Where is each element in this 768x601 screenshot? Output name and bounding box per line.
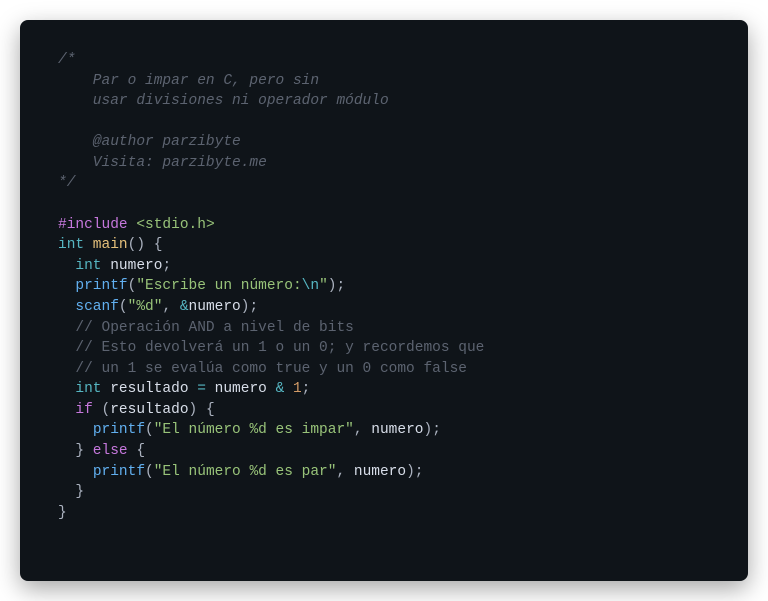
lparen: ( — [119, 299, 128, 315]
operator: & — [180, 299, 189, 315]
operator: & — [276, 381, 285, 397]
comma: , — [162, 299, 179, 315]
escape-seq: \n — [302, 278, 319, 294]
indent — [58, 443, 75, 459]
identifier: numero — [189, 299, 241, 315]
semi: ; — [162, 258, 171, 274]
semi: ; — [249, 299, 258, 315]
indent — [58, 464, 93, 480]
identifier: numero — [102, 258, 163, 274]
rparen: ) — [424, 422, 433, 438]
indent — [58, 299, 75, 315]
line-comment: // Operación AND a nivel de bits — [75, 320, 353, 336]
include-header: <stdio.h> — [128, 217, 215, 233]
identifier: resultado — [110, 402, 188, 418]
string-literal: " — [319, 278, 328, 294]
identifier: numero — [354, 464, 406, 480]
operator: = — [197, 381, 206, 397]
type-keyword: int — [75, 258, 101, 274]
string-literal: "Escribe un número: — [136, 278, 301, 294]
brace: } — [75, 484, 84, 500]
identifier: numero — [371, 422, 423, 438]
brace: } — [75, 443, 84, 459]
main-func: main — [84, 237, 128, 253]
indent — [58, 402, 75, 418]
parens: () — [128, 237, 145, 253]
func-call: printf — [75, 278, 127, 294]
comma: , — [336, 464, 353, 480]
semi: ; — [415, 464, 424, 480]
brace: { — [145, 237, 162, 253]
indent — [58, 320, 75, 336]
comment-line: */ — [58, 175, 75, 191]
indent — [58, 340, 75, 356]
indent — [58, 258, 75, 274]
string-literal: "%d" — [128, 299, 163, 315]
indent — [58, 422, 93, 438]
else-keyword: else — [84, 443, 136, 459]
brace: } — [58, 505, 67, 521]
comma: , — [354, 422, 371, 438]
string-literal: "El número %d es impar" — [154, 422, 354, 438]
rparen-brace: ) { — [189, 402, 215, 418]
semi: ; — [432, 422, 441, 438]
lparen: ( — [145, 422, 154, 438]
func-call: scanf — [75, 299, 119, 315]
semi: ; — [302, 381, 311, 397]
indent — [58, 484, 75, 500]
func-call: printf — [93, 464, 145, 480]
line-comment: // Esto devolverá un 1 o un 0; y recorde… — [75, 340, 484, 356]
number-literal: 1 — [284, 381, 301, 397]
if-keyword: if — [75, 402, 92, 418]
code-block: /* Par o impar en C, pero sin usar divis… — [58, 50, 710, 523]
lparen: ( — [93, 402, 110, 418]
comment-line: usar divisiones ni operador módulo — [58, 93, 389, 109]
preprocessor-keyword: #include — [58, 217, 128, 233]
comment-line: /* — [58, 52, 75, 68]
identifier: resultado — [102, 381, 198, 397]
indent — [58, 381, 75, 397]
semi: ; — [336, 278, 345, 294]
code-panel: /* Par o impar en C, pero sin usar divis… — [20, 20, 748, 581]
indent — [58, 278, 75, 294]
func-call: printf — [93, 422, 145, 438]
identifier: numero — [206, 381, 276, 397]
string-literal: "El número %d es par" — [154, 464, 337, 480]
rparen: ) — [406, 464, 415, 480]
brace: { — [136, 443, 145, 459]
comment-line: Visita: parzibyte.me — [58, 155, 267, 171]
comment-line: Par o impar en C, pero sin — [58, 73, 319, 89]
line-comment: // un 1 se evalúa como true y un 0 como … — [75, 361, 467, 377]
type-keyword: int — [75, 381, 101, 397]
type-keyword: int — [58, 237, 84, 253]
comment-line: @author parzibyte — [58, 134, 241, 150]
lparen: ( — [145, 464, 154, 480]
indent — [58, 361, 75, 377]
